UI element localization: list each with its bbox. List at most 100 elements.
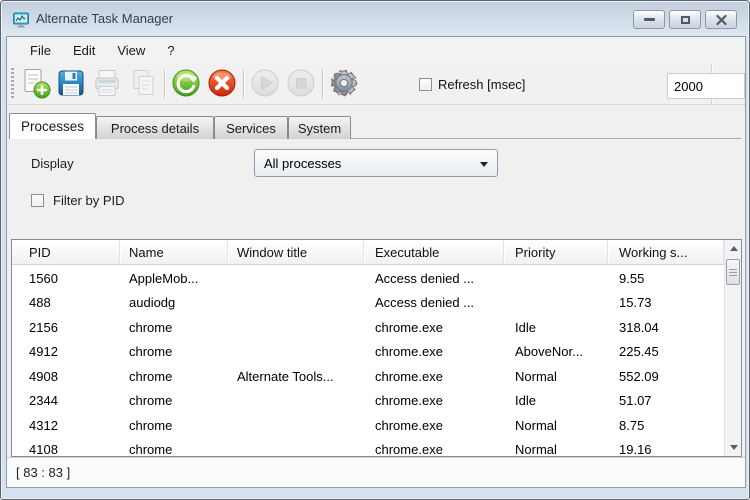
table-cell: Normal: [504, 413, 608, 438]
copy-icon: [126, 66, 160, 103]
table-cell: chrome.exe: [364, 315, 504, 340]
status-bar: [ 83 : 83 ]: [7, 457, 745, 487]
stop-button[interactable]: [283, 66, 319, 102]
kill-icon: [205, 66, 239, 103]
tab-strip: ProcessesProcess detailsServicesSystem: [7, 113, 745, 139]
new-report-button[interactable]: [17, 66, 53, 102]
maximize-button[interactable]: [669, 10, 701, 29]
menu-item-edit[interactable]: Edit: [62, 40, 106, 61]
column-header-working-s[interactable]: Working s...: [608, 240, 724, 264]
toolbar-separator: [243, 69, 244, 99]
refresh-checkbox-label: Refresh [msec]: [438, 77, 525, 92]
column-header-pid[interactable]: PID: [12, 240, 120, 264]
table-cell: 1560: [12, 266, 120, 291]
table-row[interactable]: 2344chromechrome.exeIdle51.07: [12, 389, 724, 414]
tab-process-details[interactable]: Process details: [96, 116, 214, 139]
table-cell: chrome: [120, 438, 228, 458]
refresh-interval-input[interactable]: [667, 73, 745, 99]
vertical-scrollbar[interactable]: [724, 240, 741, 456]
menu-item-view[interactable]: View: [106, 40, 156, 61]
close-button[interactable]: [705, 10, 737, 29]
table-cell: chrome.exe: [364, 438, 504, 458]
menu-item-help[interactable]: ?: [156, 40, 185, 61]
menu-item-file[interactable]: File: [19, 40, 62, 61]
table-cell: [228, 291, 364, 316]
tab-services[interactable]: Services: [214, 116, 288, 139]
copy-button[interactable]: [125, 66, 161, 102]
table-cell: Idle: [504, 315, 608, 340]
refresh-checkbox[interactable]: [419, 78, 432, 91]
display-dropdown[interactable]: All processes: [254, 149, 498, 177]
tab-processes[interactable]: Processes: [9, 113, 96, 139]
column-header-name[interactable]: Name: [120, 240, 228, 264]
table-cell: 318.04: [608, 315, 724, 340]
window-title: Alternate Task Manager: [36, 11, 173, 26]
toolbar: Refresh [msec]: [7, 63, 745, 105]
table-row[interactable]: 4908chromeAlternate Tools...chrome.exeNo…: [12, 364, 724, 389]
menu-bar: FileEditView?: [7, 37, 745, 63]
display-dropdown-value: All processes: [264, 156, 341, 171]
table-cell: [228, 340, 364, 365]
table-cell: chrome: [120, 340, 228, 365]
table-cell: 4108: [12, 438, 120, 458]
tab-system[interactable]: System: [288, 116, 351, 139]
table-cell: [228, 389, 364, 414]
table-cell: chrome.exe: [364, 364, 504, 389]
minimize-icon: [644, 18, 655, 21]
table-cell: Normal: [504, 364, 608, 389]
save-button[interactable]: [53, 66, 89, 102]
kill-process-button[interactable]: [204, 66, 240, 102]
settings-button[interactable]: [326, 66, 362, 102]
print-button[interactable]: [89, 66, 125, 102]
table-cell: AppleMob...: [120, 266, 228, 291]
table-cell: chrome.exe: [364, 413, 504, 438]
table-cell: [228, 438, 364, 458]
document-add-icon: [18, 66, 52, 103]
start-button[interactable]: [247, 66, 283, 102]
column-header-priority[interactable]: Priority: [504, 240, 608, 264]
table-row[interactable]: 4108chromechrome.exeNormal19.16: [12, 438, 724, 458]
scrollbar-thumb[interactable]: [726, 259, 740, 285]
table-cell: Alternate Tools...: [228, 364, 364, 389]
table-cell: chrome: [120, 413, 228, 438]
table-row[interactable]: 2156chromechrome.exeIdle318.04: [12, 315, 724, 340]
table-cell: chrome: [120, 364, 228, 389]
column-header-window-title[interactable]: Window title: [228, 240, 364, 264]
table-cell: 8.75: [608, 413, 724, 438]
title-bar[interactable]: Alternate Task Manager: [2, 2, 748, 37]
filter-by-pid-checkbox[interactable]: [31, 194, 44, 207]
table-cell: chrome.exe: [364, 340, 504, 365]
table-row[interactable]: 1560AppleMob...Access denied ...9.55: [12, 266, 724, 291]
app-icon: [12, 11, 30, 29]
refresh-button[interactable]: [168, 66, 204, 102]
stop-icon: [284, 66, 318, 103]
table-cell: 4312: [12, 413, 120, 438]
printer-icon: [90, 66, 124, 103]
scroll-down-button[interactable]: [725, 439, 742, 456]
table-row[interactable]: 488audiodgAccess denied ...15.73: [12, 291, 724, 316]
table-cell: chrome: [120, 315, 228, 340]
table-cell: 51.07: [608, 389, 724, 414]
table-row[interactable]: 4312chrome chrome.exeNormal8.75: [12, 413, 724, 438]
column-header-executable[interactable]: Executable: [364, 240, 504, 264]
display-label: Display: [31, 156, 74, 171]
table-cell: 15.73: [608, 291, 724, 316]
table-cell: AboveNor...: [504, 340, 608, 365]
table-body: 1560AppleMob...Access denied ...9.55488a…: [12, 266, 724, 457]
refresh-icon: [169, 66, 203, 103]
toolbar-separator: [322, 69, 323, 99]
table-row[interactable]: 4912chromechrome.exeAboveNor...225.45: [12, 340, 724, 365]
table-cell: chrome: [120, 389, 228, 414]
minimize-button[interactable]: [633, 10, 665, 29]
toolbar-grip[interactable]: [11, 68, 14, 100]
table-cell: 4908: [12, 364, 120, 389]
client-area: FileEditView?: [7, 37, 745, 487]
scroll-up-button[interactable]: [725, 240, 742, 257]
table-cell: [228, 315, 364, 340]
table-cell: 4912: [12, 340, 120, 365]
table-cell: Normal: [504, 438, 608, 458]
table-cell: 2344: [12, 389, 120, 414]
gear-icon: [327, 66, 361, 103]
app-window: Alternate Task Manager FileEditView?: [0, 0, 750, 500]
arrow-up-icon: [730, 246, 738, 251]
